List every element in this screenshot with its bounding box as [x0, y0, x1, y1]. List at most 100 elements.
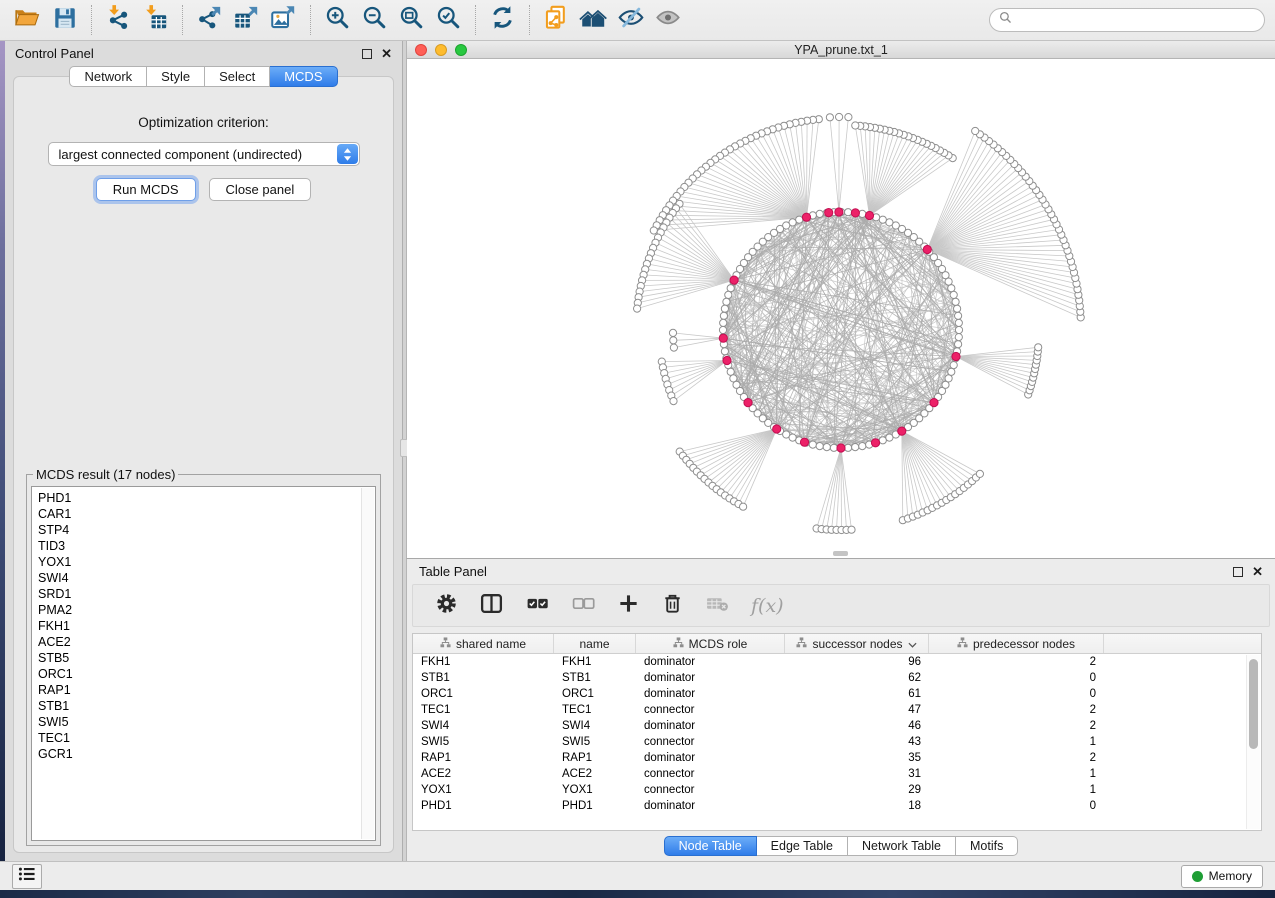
- mcds-result-item[interactable]: FKH1: [38, 618, 375, 634]
- toolbar-separator: [529, 5, 530, 35]
- mcds-result-item[interactable]: SWI5: [38, 714, 375, 730]
- column-header-mcds-role[interactable]: MCDS role: [636, 634, 785, 653]
- close-panel-icon[interactable]: ✕: [381, 47, 392, 60]
- export-table-button[interactable]: [229, 3, 264, 37]
- table-row[interactable]: ACE2ACE2connector311: [413, 766, 1261, 782]
- table-row[interactable]: STB1STB1dominator620: [413, 670, 1261, 686]
- table-cell: YOX1: [413, 782, 554, 798]
- table-row[interactable]: RAP1RAP1dominator352: [413, 750, 1261, 766]
- column-header-successor-nodes[interactable]: successor nodes: [785, 634, 929, 653]
- show-all-button[interactable]: [650, 3, 685, 37]
- table-cell: dominator: [636, 750, 785, 766]
- mcds-result-item[interactable]: SWI4: [38, 570, 375, 586]
- mcds-result-item[interactable]: RAP1: [38, 682, 375, 698]
- export-network-button[interactable]: [192, 3, 227, 37]
- import-table-button[interactable]: [138, 3, 173, 37]
- mcds-result-item[interactable]: TEC1: [38, 730, 375, 746]
- first-neighbors-button[interactable]: [576, 3, 611, 37]
- mcds-result-item[interactable]: GCR1: [38, 746, 375, 762]
- tab-edge-table[interactable]: Edge Table: [757, 836, 848, 856]
- toolbar-separator: [182, 5, 183, 35]
- show-columns-icon[interactable]: [479, 591, 504, 621]
- column-header-name[interactable]: name: [554, 634, 636, 653]
- criterion-dropdown[interactable]: largest connected component (undirected): [48, 142, 360, 166]
- delete-trash-icon[interactable]: [661, 592, 684, 620]
- canvas-hscroll-thumb[interactable]: [833, 551, 848, 556]
- mcds-result-list[interactable]: PHD1CAR1STP4TID3YOX1SWI4SRD1PMA2FKH1ACE2…: [31, 486, 376, 841]
- panel-divider[interactable]: [403, 41, 406, 861]
- table-cell: 61: [785, 686, 929, 702]
- refresh-button[interactable]: [485, 3, 520, 37]
- table-panel-title: Table Panel: [419, 564, 487, 579]
- table-cell: dominator: [636, 686, 785, 702]
- zoom-fit-button[interactable]: [394, 3, 429, 37]
- search-field[interactable]: [1017, 13, 1255, 27]
- table-row[interactable]: SWI5SWI5connector431: [413, 734, 1261, 750]
- control-panel-tabs: Network Style Select MCDS: [5, 66, 402, 87]
- mcds-result-item[interactable]: PMA2: [38, 602, 375, 618]
- mcds-result-item[interactable]: PHD1: [38, 490, 375, 506]
- mcds-result-title: MCDS result (17 nodes): [33, 467, 178, 482]
- result-scrollbar[interactable]: [361, 488, 374, 839]
- table-row[interactable]: PHD1PHD1dominator180: [413, 798, 1261, 814]
- close-panel-button[interactable]: Close panel: [209, 178, 312, 201]
- sort-chevron-icon[interactable]: [908, 637, 917, 651]
- create-column-plus-icon[interactable]: [617, 592, 640, 620]
- zoom-selected-button[interactable]: [431, 3, 466, 37]
- tab-mcds[interactable]: MCDS: [270, 66, 337, 87]
- table-cell: 18: [785, 798, 929, 814]
- tab-select[interactable]: Select: [205, 66, 270, 87]
- table-row[interactable]: YOX1YOX1connector291: [413, 782, 1261, 798]
- export-image-button[interactable]: [266, 3, 301, 37]
- mcds-result-item[interactable]: ORC1: [38, 666, 375, 682]
- select-all-columns-icon[interactable]: [525, 591, 550, 621]
- save-session-button[interactable]: [47, 3, 82, 37]
- task-history-button[interactable]: [12, 864, 42, 889]
- mcds-result-item[interactable]: YOX1: [38, 554, 375, 570]
- table-row[interactable]: FKH1FKH1dominator962: [413, 654, 1261, 670]
- copy-network-button[interactable]: [539, 3, 574, 37]
- tab-motifs[interactable]: Motifs: [956, 836, 1018, 856]
- table-scrollbar[interactable]: [1246, 655, 1260, 829]
- float-panel-icon[interactable]: [362, 49, 372, 59]
- mcds-result-item[interactable]: SRD1: [38, 586, 375, 602]
- tab-node-table[interactable]: Node Table: [664, 836, 757, 856]
- mcds-result-item[interactable]: TID3: [38, 538, 375, 554]
- table-cell: FKH1: [413, 654, 554, 670]
- table-cell: 0: [929, 798, 1104, 814]
- table-float-icon[interactable]: [1233, 567, 1243, 577]
- network-canvas[interactable]: [407, 59, 1275, 558]
- tab-network[interactable]: Network: [69, 66, 147, 87]
- table-cell: connector: [636, 782, 785, 798]
- hide-selected-button[interactable]: [613, 3, 648, 37]
- mcds-result-item[interactable]: ACE2: [38, 634, 375, 650]
- column-header-shared-name[interactable]: shared name: [413, 634, 554, 653]
- open-file-button[interactable]: [10, 3, 45, 37]
- memory-button[interactable]: Memory: [1181, 865, 1263, 888]
- run-mcds-button[interactable]: Run MCDS: [96, 178, 196, 201]
- delete-table-icon-disabled: [705, 591, 730, 621]
- table-settings-gear-icon[interactable]: [435, 592, 458, 620]
- zoom-out-button[interactable]: [357, 3, 392, 37]
- table-row[interactable]: ORC1ORC1dominator610: [413, 686, 1261, 702]
- table-row[interactable]: SWI4SWI4dominator462: [413, 718, 1261, 734]
- unselect-all-columns-icon[interactable]: [571, 591, 596, 621]
- table-cell: 2: [929, 750, 1104, 766]
- table-scrollbar-thumb[interactable]: [1249, 659, 1258, 749]
- table-cell: ACE2: [413, 766, 554, 782]
- tab-style[interactable]: Style: [147, 66, 205, 87]
- mcds-result-item[interactable]: STP4: [38, 522, 375, 538]
- export-image-icon: [270, 4, 297, 36]
- table-close-icon[interactable]: ✕: [1252, 565, 1263, 578]
- column-header-predecessor-nodes[interactable]: predecessor nodes: [929, 634, 1104, 653]
- tab-network-table[interactable]: Network Table: [848, 836, 956, 856]
- mcds-result-item[interactable]: CAR1: [38, 506, 375, 522]
- search-input[interactable]: [989, 8, 1265, 32]
- table-cell: 1: [929, 766, 1104, 782]
- function-builder-icon-disabled: f(x): [751, 595, 784, 617]
- mcds-result-item[interactable]: STB5: [38, 650, 375, 666]
- table-row[interactable]: TEC1TEC1connector472: [413, 702, 1261, 718]
- mcds-result-item[interactable]: STB1: [38, 698, 375, 714]
- import-network-button[interactable]: [101, 3, 136, 37]
- zoom-in-button[interactable]: [320, 3, 355, 37]
